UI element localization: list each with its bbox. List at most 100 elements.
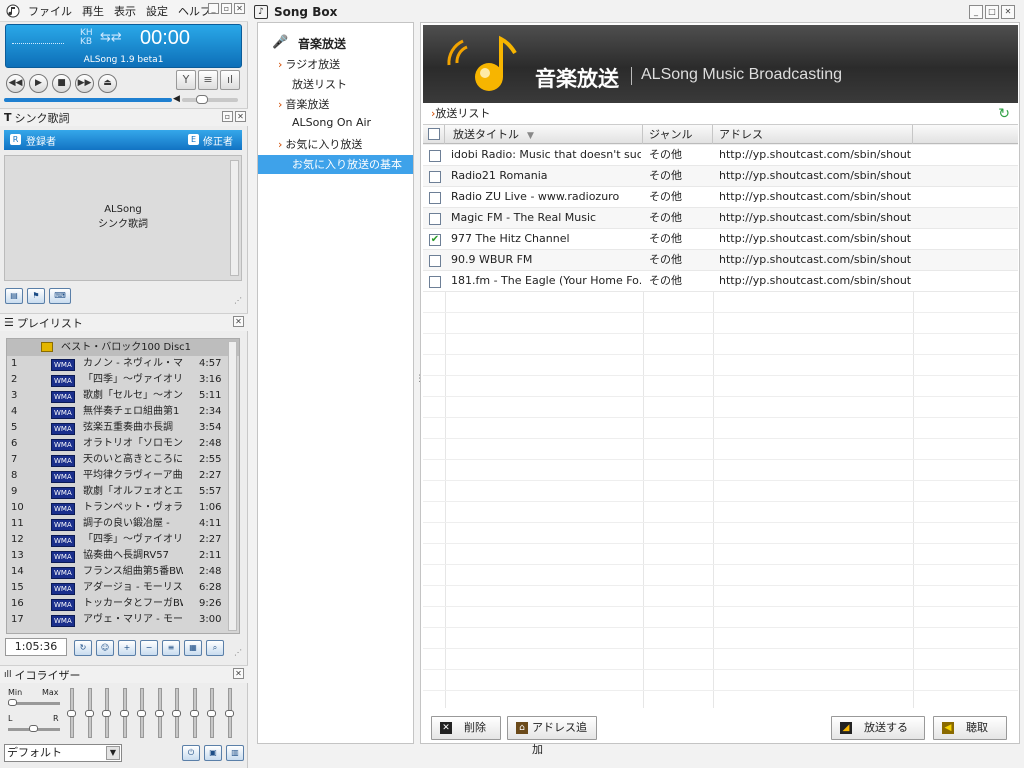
eq-band-knob[interactable] — [207, 710, 216, 717]
playlist-row[interactable]: 10 WMA トランペット・ヴォランタリ 1:06 — [7, 500, 239, 516]
station-row[interactable]: 181.fm - The Eagle (Your Home Fo... その他 ht… — [423, 271, 1018, 292]
playlist-row[interactable]: 14 WMA フランス組曲第5番BW 2:48 — [7, 564, 239, 580]
minimize-icon[interactable]: _ — [969, 5, 983, 19]
row-checkbox[interactable]: ✔ — [429, 234, 441, 246]
lyrics-search-button[interactable]: ▤ — [5, 288, 23, 304]
volume-knob[interactable] — [196, 95, 208, 104]
menu-play[interactable]: 再生 — [82, 3, 104, 19]
lyrics-close-icon[interactable]: ✕ — [235, 111, 246, 122]
playlist-row[interactable]: 13 WMA 協奏曲へ長調RV57 2:11 — [7, 548, 239, 564]
play-button[interactable]: ▶ — [29, 74, 48, 93]
mini-mode-icon[interactable]: ▫ — [221, 3, 232, 14]
station-row[interactable]: Radio ZU Live - www.radiozuro その他 http://y… — [423, 187, 1018, 208]
volume-slider[interactable] — [182, 98, 238, 102]
resize-grip-icon[interactable]: ⋰ — [234, 296, 242, 305]
playlist-row[interactable]: 9 WMA 歌劇「オルフェオとエウリ 5:57 — [7, 484, 239, 500]
next-button[interactable]: ▶▶ — [75, 74, 94, 93]
eq-band-knob[interactable] — [224, 710, 234, 717]
eq-band-knob[interactable] — [172, 710, 181, 717]
playlist-remove-button[interactable]: − — [140, 640, 158, 656]
select-all-checkbox[interactable] — [428, 128, 440, 140]
station-row[interactable]: idobi Radio: Music that doesn't suc... その… — [423, 145, 1018, 166]
close-icon[interactable]: ✕ — [234, 3, 245, 14]
playlist-row[interactable]: 15 WMA アダージョ - モーリス・ア 6:28 — [7, 580, 239, 596]
playlist-row[interactable]: 7 WMA 天のいと高きところには 2:55 — [7, 452, 239, 468]
playlist-repeat-button[interactable]: ↻ — [74, 640, 92, 656]
prev-button[interactable]: ◀◀ — [6, 74, 25, 93]
menu-settings[interactable]: 設定 — [146, 3, 168, 19]
playlist-row[interactable]: 3 WMA 歌劇「セルセ」～オンブ 5:11 — [7, 388, 239, 404]
playlist-list[interactable]: ベスト・バロック100 Disc1 1 WMA カノン - ネヴィル・マリナ 4:57… — [6, 338, 240, 634]
eq-band-knob[interactable] — [137, 710, 146, 717]
resize-grip-icon[interactable]: ⋰ — [234, 648, 242, 657]
playlist-search-button[interactable]: ⌕ — [206, 640, 224, 656]
playlist-row[interactable]: 1 WMA カノン - ネヴィル・マリナ 4:57 — [7, 356, 239, 372]
minimize-icon[interactable]: _ — [208, 3, 219, 14]
eq-save-button[interactable]: ▣ — [204, 745, 222, 761]
refresh-icon[interactable]: ↻ — [998, 105, 1010, 123]
lyrics-keyboard-button[interactable]: ⌨ — [49, 288, 71, 304]
menu-help[interactable]: ヘルプ — [178, 3, 211, 19]
eq-band-knob[interactable] — [189, 710, 199, 717]
playlist-row[interactable]: 8 WMA 平均律クラヴィーア曲§ 2:27 — [7, 468, 239, 484]
playlist-row[interactable]: 17 WMA アヴェ・マリア - モーリス・§ 3:00 — [7, 612, 239, 628]
row-checkbox[interactable] — [429, 171, 441, 183]
menu-view[interactable]: 表示 — [114, 3, 136, 19]
shuffle-icon[interactable]: ⇆ — [100, 30, 111, 45]
row-checkbox[interactable] — [429, 276, 441, 288]
menu-file[interactable]: ファイル — [28, 3, 72, 19]
nav-item-music-broadcast[interactable]: › 音楽放送 — [278, 96, 329, 112]
playlist-menu-button[interactable]: ≡ — [162, 640, 180, 656]
station-row[interactable]: Magic FM - The Real Music その他 http://yp.sh… — [423, 208, 1018, 229]
row-checkbox[interactable] — [429, 150, 441, 162]
close-icon[interactable]: ✕ — [1001, 5, 1015, 19]
lyrics-scrollbar[interactable] — [230, 160, 239, 276]
seek-bar[interactable] — [4, 98, 172, 102]
station-row[interactable]: 90.9 WBUR FM その他 http://yp.shoutcast.com/s… — [423, 250, 1018, 271]
playlist-row[interactable]: 4 WMA 無伴奏チェロ組曲第1 2:34 — [7, 404, 239, 420]
maximize-icon[interactable]: □ — [985, 5, 999, 19]
eq-band-knob[interactable] — [154, 710, 164, 717]
playlist-row[interactable]: 2 WMA 「四季」～ヴァイオリン協 3:16 — [7, 372, 239, 388]
equalizer-toggle-button[interactable]: ıl — [220, 70, 240, 90]
equalizer-close-icon[interactable]: ✕ — [233, 668, 244, 679]
time-display[interactable]: 00:00 — [140, 27, 190, 50]
nav-item-broadcast-list[interactable]: 放送リスト — [292, 76, 347, 92]
eq-band-knob[interactable] — [119, 710, 129, 717]
broadcast-button[interactable]: ◢ 放送する — [831, 716, 925, 740]
eq-power-button[interactable]: ⏻ — [182, 745, 200, 761]
eq-delete-button[interactable]: ▥ — [226, 745, 244, 761]
nav-root-music-broadcast[interactable]: 音楽放送 — [298, 35, 346, 52]
delete-button[interactable]: ✕ 削除 — [431, 716, 501, 740]
stop-button[interactable]: ■ — [52, 74, 71, 93]
playlist-sort-button[interactable]: ▦ — [184, 640, 202, 656]
eject-button[interactable]: ⏏ — [98, 74, 117, 93]
lyrics-edit-button[interactable]: ⚑ — [27, 288, 45, 304]
eq-balance-knob[interactable] — [29, 725, 38, 732]
add-address-button[interactable]: ⌂ アドレス追加 — [507, 716, 597, 756]
row-checkbox[interactable] — [429, 213, 441, 225]
eq-band-knob[interactable] — [67, 710, 76, 717]
playlist-add-button[interactable]: + — [118, 640, 136, 656]
playlist-row[interactable]: 5 WMA 弦楽五重奏曲ホ長調 3:54 — [7, 420, 239, 436]
nav-item-alsong-on-air[interactable]: ALSong On Air — [292, 116, 371, 129]
playlist-album-row[interactable]: ベスト・バロック100 Disc1 — [7, 339, 239, 356]
listen-button[interactable]: ◀ 聴取 — [933, 716, 1007, 740]
station-row[interactable]: Radio21 Romania その他 http://yp.shoutcast.co… — [423, 166, 1018, 187]
alsong-logo-icon[interactable] — [4, 3, 22, 19]
nav-item-favorites[interactable]: › お気に入り放送 — [278, 136, 362, 152]
lyrics-popout-icon[interactable]: ▫ — [222, 111, 233, 122]
column-title[interactable]: 放送タイトル ▼ — [445, 125, 643, 145]
playlist-row[interactable]: 11 WMA 調子の良い鍛冶屋 - 4:11 — [7, 516, 239, 532]
column-genre[interactable]: ジャンル — [643, 125, 713, 145]
playlist-row[interactable]: 12 WMA 「四季」～ヴァイオリン協 2:27 — [7, 532, 239, 548]
playlist-user-button[interactable]: ☺ — [96, 640, 114, 656]
eq-band-knob[interactable] — [84, 710, 94, 717]
playlist-row[interactable]: 16 WMA トッカータとフーガBWV 9:26 — [7, 596, 239, 612]
nav-item-favorites-basic[interactable]: お気に入り放送の基本 — [258, 155, 413, 174]
eq-preset-select[interactable]: デフォルト ▼ — [4, 744, 122, 762]
row-checkbox[interactable] — [429, 255, 441, 267]
registrant-label[interactable]: 登録者 — [26, 133, 56, 148]
editor-label[interactable]: 修正者 — [203, 133, 233, 148]
column-address[interactable]: アドレス — [713, 125, 913, 145]
